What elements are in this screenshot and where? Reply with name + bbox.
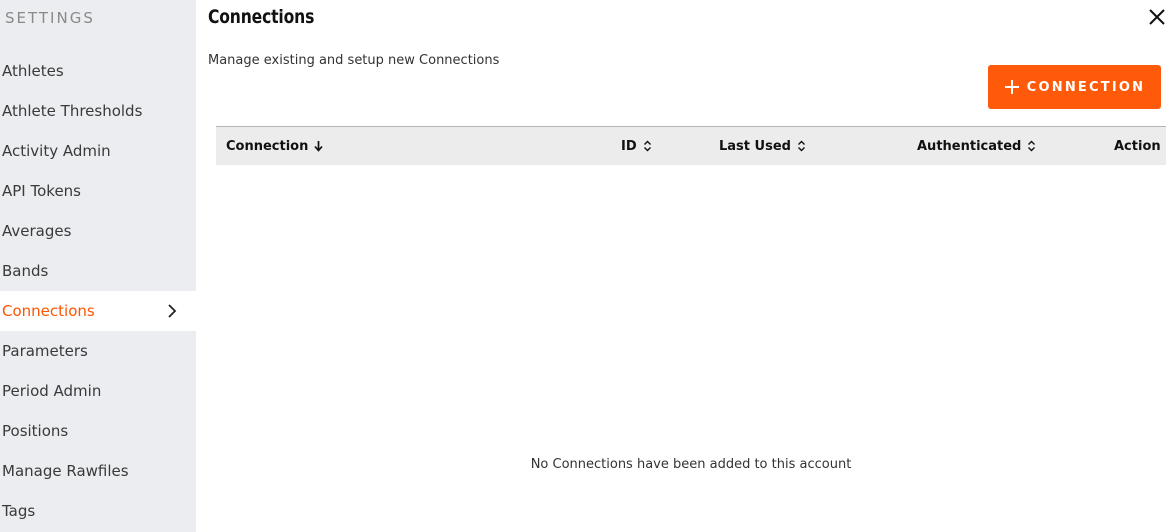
- sidebar-item-tags[interactable]: Tags: [0, 491, 196, 531]
- column-header-authenticated[interactable]: Authenticated: [917, 127, 1037, 165]
- sort-icon: [797, 140, 805, 152]
- column-label: ID: [621, 138, 637, 154]
- settings-sidebar: SETTINGS Athletes Athlete Thresholds Act…: [0, 0, 196, 532]
- sidebar-item-period-admin[interactable]: Period Admin: [0, 371, 196, 411]
- sidebar-item-label: Parameters: [2, 342, 88, 360]
- empty-state-message: No Connections have been added to this a…: [530, 457, 852, 472]
- arrow-down-icon: [314, 141, 324, 152]
- sidebar-item-manage-rawfiles[interactable]: Manage Rawfiles: [0, 451, 196, 491]
- column-label: Authenticated: [917, 138, 1022, 154]
- sidebar-item-bands[interactable]: Bands: [0, 251, 196, 291]
- column-label: Connection: [226, 138, 309, 154]
- sidebar-item-label: Tags: [2, 502, 36, 520]
- sidebar-item-averages[interactable]: Averages: [0, 211, 196, 251]
- sidebar-item-connections[interactable]: Connections: [0, 291, 196, 331]
- column-label: Action: [1114, 138, 1161, 154]
- sidebar-item-label: API Tokens: [2, 182, 81, 200]
- sidebar-item-athletes[interactable]: Athletes: [0, 51, 196, 91]
- sidebar-item-positions[interactable]: Positions: [0, 411, 196, 451]
- column-header-connection[interactable]: Connection: [226, 127, 324, 165]
- add-connection-button[interactable]: CONNECTION: [988, 65, 1161, 109]
- sidebar-item-api-tokens[interactable]: API Tokens: [0, 171, 196, 211]
- column-header-id[interactable]: ID: [621, 127, 653, 165]
- settings-app: SETTINGS Athletes Athlete Thresholds Act…: [0, 0, 1175, 532]
- sort-icon: [643, 140, 651, 152]
- sidebar-item-label: Period Admin: [2, 382, 102, 400]
- table-header: Connection ID Last Used Authenticated Ac…: [216, 127, 1166, 165]
- sidebar-item-label: Manage Rawfiles: [2, 462, 129, 480]
- sidebar-item-label: Averages: [2, 222, 72, 240]
- close-icon[interactable]: [1147, 7, 1167, 27]
- sidebar-item-athlete-thresholds[interactable]: Athlete Thresholds: [0, 91, 196, 131]
- sidebar-header: SETTINGS: [5, 9, 95, 27]
- sidebar-item-label: Bands: [2, 262, 49, 280]
- sidebar-item-label: Athlete Thresholds: [2, 102, 143, 120]
- sidebar-item-label: Positions: [2, 422, 69, 440]
- sidebar-item-label: Activity Admin: [2, 142, 111, 160]
- column-header-action: Action: [1114, 127, 1161, 165]
- page-title: Connections: [208, 6, 315, 28]
- add-connection-label: CONNECTION: [1026, 79, 1146, 95]
- chevron-right-icon: [168, 304, 177, 318]
- sidebar-item-label: Athletes: [2, 62, 64, 80]
- column-label: Last Used: [719, 138, 791, 154]
- plus-icon: [1004, 80, 1019, 94]
- sidebar-item-label: Connections: [2, 302, 95, 320]
- page-subtitle: Manage existing and setup new Connection…: [208, 53, 500, 68]
- sort-icon: [1028, 140, 1036, 152]
- column-header-last-used[interactable]: Last Used: [719, 127, 807, 165]
- sidebar-item-parameters[interactable]: Parameters: [0, 331, 196, 371]
- sidebar-item-activity-admin[interactable]: Activity Admin: [0, 131, 196, 171]
